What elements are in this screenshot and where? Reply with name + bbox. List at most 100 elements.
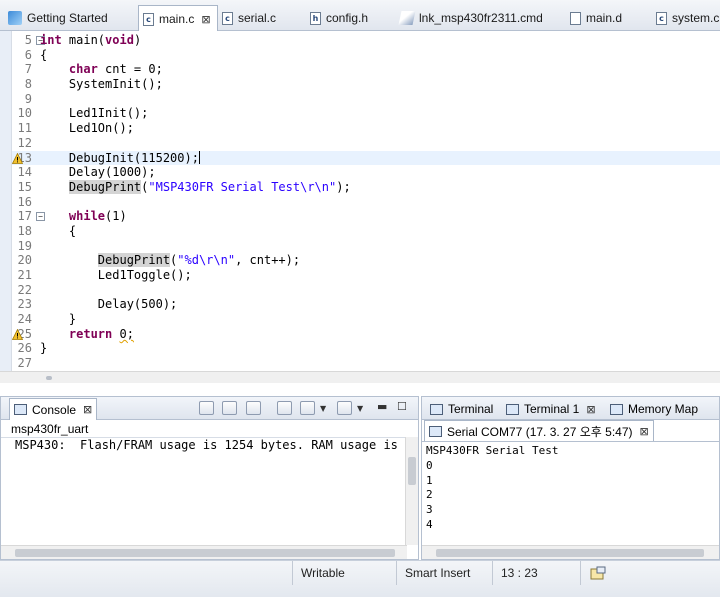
pin-console-icon[interactable] <box>277 401 292 415</box>
tab-serial-c[interactable]: c serial.c <box>218 6 306 30</box>
line-number: 8 <box>24 77 32 92</box>
code-line[interactable]: 16 <box>12 195 720 210</box>
chevron-down-icon[interactable]: ▼ <box>357 404 363 413</box>
code-line[interactable]: 11 Led1On(); <box>12 121 720 136</box>
code-line[interactable]: 15 DebugPrint("MSP430FR Serial Test\r\n"… <box>12 179 720 195</box>
open-console-icon[interactable] <box>337 401 352 415</box>
warning-icon[interactable] <box>12 328 23 340</box>
code-line[interactable]: 18 { <box>12 224 720 239</box>
code-text: int main(void) <box>40 33 142 47</box>
remove-all-launches-icon[interactable] <box>222 401 237 415</box>
code-text: } <box>40 312 77 327</box>
serial-session-label: Serial COM77 (17. 3. 27 오후 5:47) <box>447 424 633 439</box>
terminal-output-line: 0 <box>426 458 433 472</box>
code-line[interactable]: 10 Led1Init(); <box>12 106 720 121</box>
c-file-icon: c <box>143 12 154 26</box>
code-line[interactable]: 22 <box>12 283 720 298</box>
code-line[interactable]: 13 DebugInit(115200); <box>12 150 720 166</box>
console-output: MSP430: Flash/FRAM usage is 1254 bytes. … <box>1 437 418 545</box>
code-line[interactable]: 20 DebugPrint("%d\r\n", cnt++); <box>12 253 720 268</box>
c-file-icon: c <box>222 11 233 25</box>
remove-launch-icon[interactable] <box>199 401 214 415</box>
line-number: 12 <box>17 135 32 150</box>
line-number: 17 <box>17 209 32 224</box>
minimize-icon[interactable]: ▬ <box>377 400 387 413</box>
code-line[interactable]: 9 <box>12 92 720 107</box>
close-icon[interactable]: ⊠ <box>640 425 649 438</box>
terminal-output-line: 2 <box>426 488 433 502</box>
code-text: while(1) <box>68 209 127 224</box>
serial-session-tab[interactable]: Serial COM77 (17. 3. 27 오후 5:47) ⊠ <box>424 420 654 441</box>
code-editor[interactable]: 5− int main(void) 6{7 char cnt = 0; 8 Syste… <box>0 31 720 383</box>
tab-label: config.h <box>326 11 369 25</box>
console-vertical-scrollbar[interactable] <box>405 437 418 545</box>
terminal-output-line: 4 <box>426 518 433 531</box>
tab-label: main.c <box>159 12 195 26</box>
console-view: Console ⊠ ▼ ▼ ▬ ☐ msp430fr_uart MSP430: … <box>0 396 419 560</box>
line-number: 6 <box>24 47 32 62</box>
code-text: } <box>40 341 48 356</box>
code-line[interactable]: 25 return 0; <box>12 327 720 342</box>
line-number: 22 <box>17 282 32 297</box>
status-insert-mode: Smart Insert <box>396 561 492 585</box>
code-text: Delay(500); <box>40 297 178 312</box>
tab-system-c[interactable]: c system.c <box>652 6 720 30</box>
code-text: Delay(1000); <box>40 165 156 180</box>
tab-terminal-1[interactable]: Terminal 1 ⊠ <box>502 399 600 419</box>
tab-lnk-msp430fr2311-cmd[interactable]: lnk_msp430fr2311.cmd <box>396 6 566 30</box>
warning-icon[interactable] <box>12 152 23 164</box>
tab-label: Memory Map <box>628 402 699 416</box>
tab-console[interactable]: Console ⊠ <box>9 398 98 420</box>
terminal-output-line: MSP430FR Serial Test <box>426 444 559 457</box>
clear-console-icon[interactable] <box>246 401 261 415</box>
close-icon[interactable]: ⊠ <box>586 403 595 416</box>
tab-main-d[interactable]: main.d <box>566 6 652 30</box>
code-line[interactable]: 8 SystemInit(); <box>12 77 720 92</box>
code-line[interactable]: 19 <box>12 239 720 254</box>
code-line[interactable]: 26} <box>12 341 720 356</box>
code-text: SystemInit(); <box>40 77 163 92</box>
display-console-icon[interactable] <box>300 401 315 415</box>
console-icon <box>14 404 27 415</box>
memory-map-icon <box>610 403 623 415</box>
code-line[interactable]: 21 Led1Toggle(); <box>12 268 720 283</box>
code-text: return 0; <box>68 326 134 341</box>
text-cursor <box>198 150 200 164</box>
cmd-file-icon <box>398 11 416 25</box>
code-line[interactable]: 7 char cnt = 0; <box>12 62 720 77</box>
console-project-name: msp430fr_uart <box>11 422 89 436</box>
maximize-icon[interactable]: ☐ <box>397 400 407 413</box>
tab-getting-started[interactable]: Getting Started <box>4 6 132 30</box>
terminal-output-line: 1 <box>426 473 433 487</box>
terminal-horizontal-scrollbar[interactable] <box>422 545 719 559</box>
terminal-output: MSP430FR Serial Test 0 1 2 3 4 <box>422 441 719 547</box>
close-icon[interactable]: ⊠ <box>201 13 210 26</box>
tab-label: Terminal 1 <box>524 402 580 416</box>
tab-main-c[interactable]: c main.c ⊠ <box>138 5 218 32</box>
tab-label: serial.c <box>238 11 277 25</box>
editor-horizontal-scrollbar[interactable] <box>0 371 720 383</box>
code-line[interactable]: 12 <box>12 136 720 151</box>
console-tab-label: Console <box>32 402 77 417</box>
line-number: 14 <box>17 165 32 180</box>
code-text: Led1Toggle(); <box>40 268 192 282</box>
close-icon[interactable]: ⊠ <box>83 403 92 416</box>
tab-config-h[interactable]: h config.h <box>306 6 396 30</box>
code-line[interactable]: 6{ <box>12 48 720 63</box>
console-horizontal-scrollbar[interactable] <box>1 545 407 559</box>
tab-memory-map[interactable]: Memory Map <box>606 399 702 419</box>
code-line[interactable]: 17− while(1) <box>12 209 720 224</box>
code-line[interactable]: 27 <box>12 356 720 371</box>
terminal-icon <box>430 403 443 415</box>
tab-label: system.c <box>672 11 720 25</box>
line-number: 5 <box>24 33 32 47</box>
code-line[interactable]: 14 Delay(1000); <box>12 165 720 180</box>
code-line[interactable]: 5− int main(void) <box>12 33 720 48</box>
chevron-down-icon[interactable]: ▼ <box>320 404 326 413</box>
terminal-tab-bar: Terminal Terminal 1 ⊠ Memory Map <box>422 397 719 420</box>
tab-terminal[interactable]: Terminal <box>426 399 497 419</box>
input-method-icon[interactable] <box>590 566 606 580</box>
line-number: 20 <box>17 253 32 268</box>
code-line[interactable]: 24 } <box>12 312 720 327</box>
code-line[interactable]: 23 Delay(500); <box>12 297 720 312</box>
